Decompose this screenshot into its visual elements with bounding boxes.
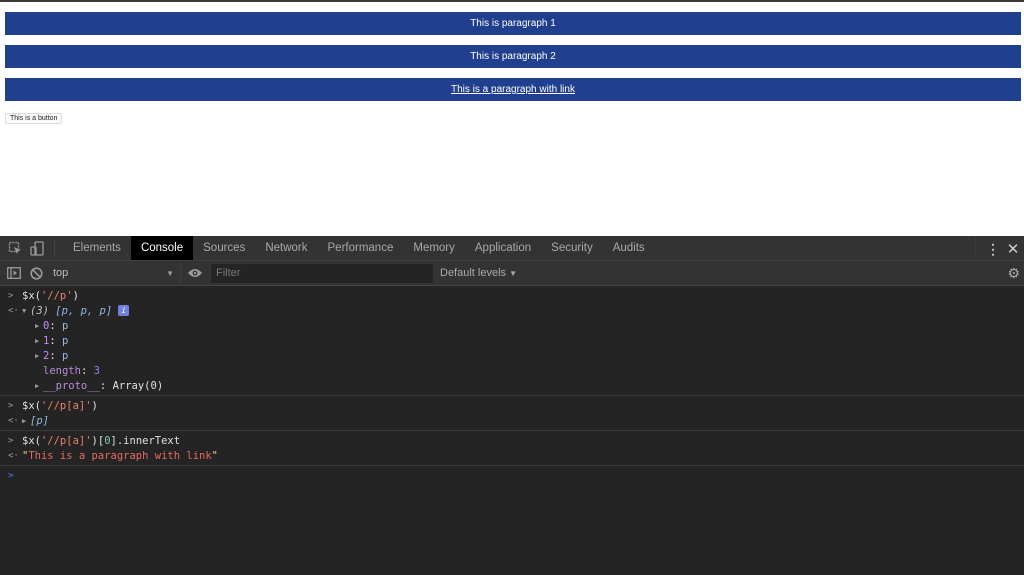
array-preview: [p] bbox=[30, 414, 49, 427]
paragraph-2: This is paragraph 2 bbox=[5, 45, 1021, 68]
devtools-panel: Elements Console Sources Network Perform… bbox=[0, 236, 1024, 575]
result-arrow-icon: <· bbox=[8, 415, 19, 426]
tab-sources[interactable]: Sources bbox=[193, 236, 255, 260]
console-divider bbox=[0, 395, 1024, 396]
array-preview: [p, p, p] bbox=[55, 304, 113, 317]
page-viewport: This is paragraph 1 This is paragraph 2 … bbox=[0, 0, 1024, 236]
prompt-chevron-icon: > bbox=[8, 290, 14, 301]
prompt-chevron-icon: > bbox=[8, 400, 14, 411]
item-value: p bbox=[61, 334, 69, 347]
console-result-line[interactable]: <· ▶ [p] bbox=[0, 413, 1024, 428]
result-arrow-icon: <· bbox=[8, 450, 19, 461]
length-key: length bbox=[43, 364, 81, 377]
collapsed-triangle-icon[interactable]: ▶ bbox=[35, 382, 43, 390]
command-arg: '//p[a]' bbox=[40, 399, 92, 412]
tabbar-right-divider bbox=[975, 236, 976, 261]
console-result-line: <· " This is a paragraph with link " bbox=[8, 449, 218, 462]
proto-value: Array(0) bbox=[112, 379, 164, 392]
paragraph-link[interactable]: This is a paragraph with link bbox=[451, 84, 575, 95]
chevron-down-icon: ▼ bbox=[166, 268, 174, 278]
command-fn: $x( bbox=[22, 399, 41, 412]
collapsed-triangle-icon[interactable]: ▶ bbox=[35, 322, 43, 330]
console-toolbar: top ▼ Default levels ▼ ⚙ bbox=[0, 260, 1024, 286]
console-output: > $x('//p') <· ▼ (3) [p, p, p] i ▶ 0: p ▶… bbox=[0, 286, 1024, 483]
array-count: (3) bbox=[30, 304, 49, 317]
length-value: 3 bbox=[93, 364, 100, 377]
show-sidebar-icon[interactable] bbox=[3, 267, 25, 279]
result-arrow-icon: <· bbox=[8, 305, 19, 316]
tab-audits[interactable]: Audits bbox=[603, 236, 655, 260]
console-input-line: > $x('//p[a]') bbox=[0, 398, 1024, 413]
console-divider bbox=[0, 465, 1024, 466]
tab-application[interactable]: Application bbox=[465, 236, 541, 260]
live-expression-eye-icon[interactable] bbox=[181, 268, 209, 278]
console-input-line: > $x('//p') bbox=[0, 288, 1024, 303]
collapsed-triangle-icon[interactable]: ▶ bbox=[35, 337, 43, 345]
command-fn: $x( bbox=[22, 289, 41, 302]
console-divider bbox=[0, 430, 1024, 431]
array-item[interactable]: ▶ 1: p bbox=[0, 333, 1024, 348]
command-arg: '//p[a]' bbox=[40, 434, 92, 447]
array-item[interactable]: ▶ 2: p bbox=[0, 348, 1024, 363]
console-result-line[interactable]: <· ▼ (3) [p, p, p] i bbox=[0, 303, 1024, 318]
command-close: ) bbox=[91, 399, 98, 412]
device-toolbar-icon[interactable] bbox=[26, 236, 48, 260]
prompt-chevron-icon: > bbox=[8, 470, 14, 481]
command-arg: '//p' bbox=[40, 289, 73, 302]
page-button[interactable]: This is a button bbox=[5, 113, 63, 124]
console-prompt[interactable]: > bbox=[0, 468, 1024, 483]
log-levels-dropdown[interactable]: Default levels ▼ bbox=[440, 267, 517, 279]
tab-console[interactable]: Console bbox=[130, 236, 194, 260]
paragraph-with-link: This is a paragraph with link bbox=[5, 78, 1021, 101]
command-fn: $x( bbox=[22, 434, 41, 447]
command-close: ) bbox=[72, 289, 79, 302]
filter-input[interactable] bbox=[211, 263, 433, 283]
item-value: p bbox=[61, 319, 69, 332]
command-mid: )[ bbox=[91, 434, 105, 447]
tabbar-divider bbox=[54, 241, 55, 255]
item-value: p bbox=[61, 349, 69, 362]
paragraph-1: This is paragraph 1 bbox=[5, 12, 1021, 35]
tab-elements[interactable]: Elements bbox=[63, 236, 131, 260]
more-options-icon[interactable]: ⋮ bbox=[984, 242, 1002, 256]
string-result: This is a paragraph with link bbox=[28, 449, 212, 462]
prompt-chevron-icon: > bbox=[8, 435, 14, 446]
array-length: length: 3 bbox=[43, 364, 100, 377]
console-settings-gear-icon[interactable]: ⚙ bbox=[1007, 265, 1020, 282]
info-icon[interactable]: i bbox=[118, 305, 130, 316]
close-devtools-icon[interactable]: ✕ bbox=[1002, 240, 1024, 258]
devtools-tabbar: Elements Console Sources Network Perform… bbox=[0, 236, 1024, 261]
array-proto[interactable]: ▶ __proto__: Array(0) bbox=[0, 378, 1024, 393]
log-levels-label: Default levels bbox=[440, 267, 507, 279]
context-selector[interactable]: top ▼ bbox=[53, 260, 181, 286]
tab-performance[interactable]: Performance bbox=[318, 236, 404, 260]
expanded-triangle-icon[interactable]: ▼ bbox=[22, 307, 30, 315]
proto-key: __proto__ bbox=[43, 379, 100, 392]
inspect-element-icon[interactable] bbox=[4, 236, 26, 260]
command-tail: ].innerText bbox=[110, 434, 181, 447]
chevron-down-icon: ▼ bbox=[509, 269, 518, 278]
context-value: top bbox=[53, 267, 69, 279]
collapsed-triangle-icon[interactable]: ▶ bbox=[22, 417, 30, 425]
tab-network[interactable]: Network bbox=[255, 236, 317, 260]
array-item[interactable]: ▶ 0: p bbox=[0, 318, 1024, 333]
clear-console-icon[interactable] bbox=[25, 266, 47, 280]
tab-memory[interactable]: Memory bbox=[403, 236, 465, 260]
console-input-line: > $x('//p[a]')[0].innerText bbox=[0, 433, 1024, 448]
tab-security[interactable]: Security bbox=[541, 236, 603, 260]
collapsed-triangle-icon[interactable]: ▶ bbox=[35, 352, 43, 360]
